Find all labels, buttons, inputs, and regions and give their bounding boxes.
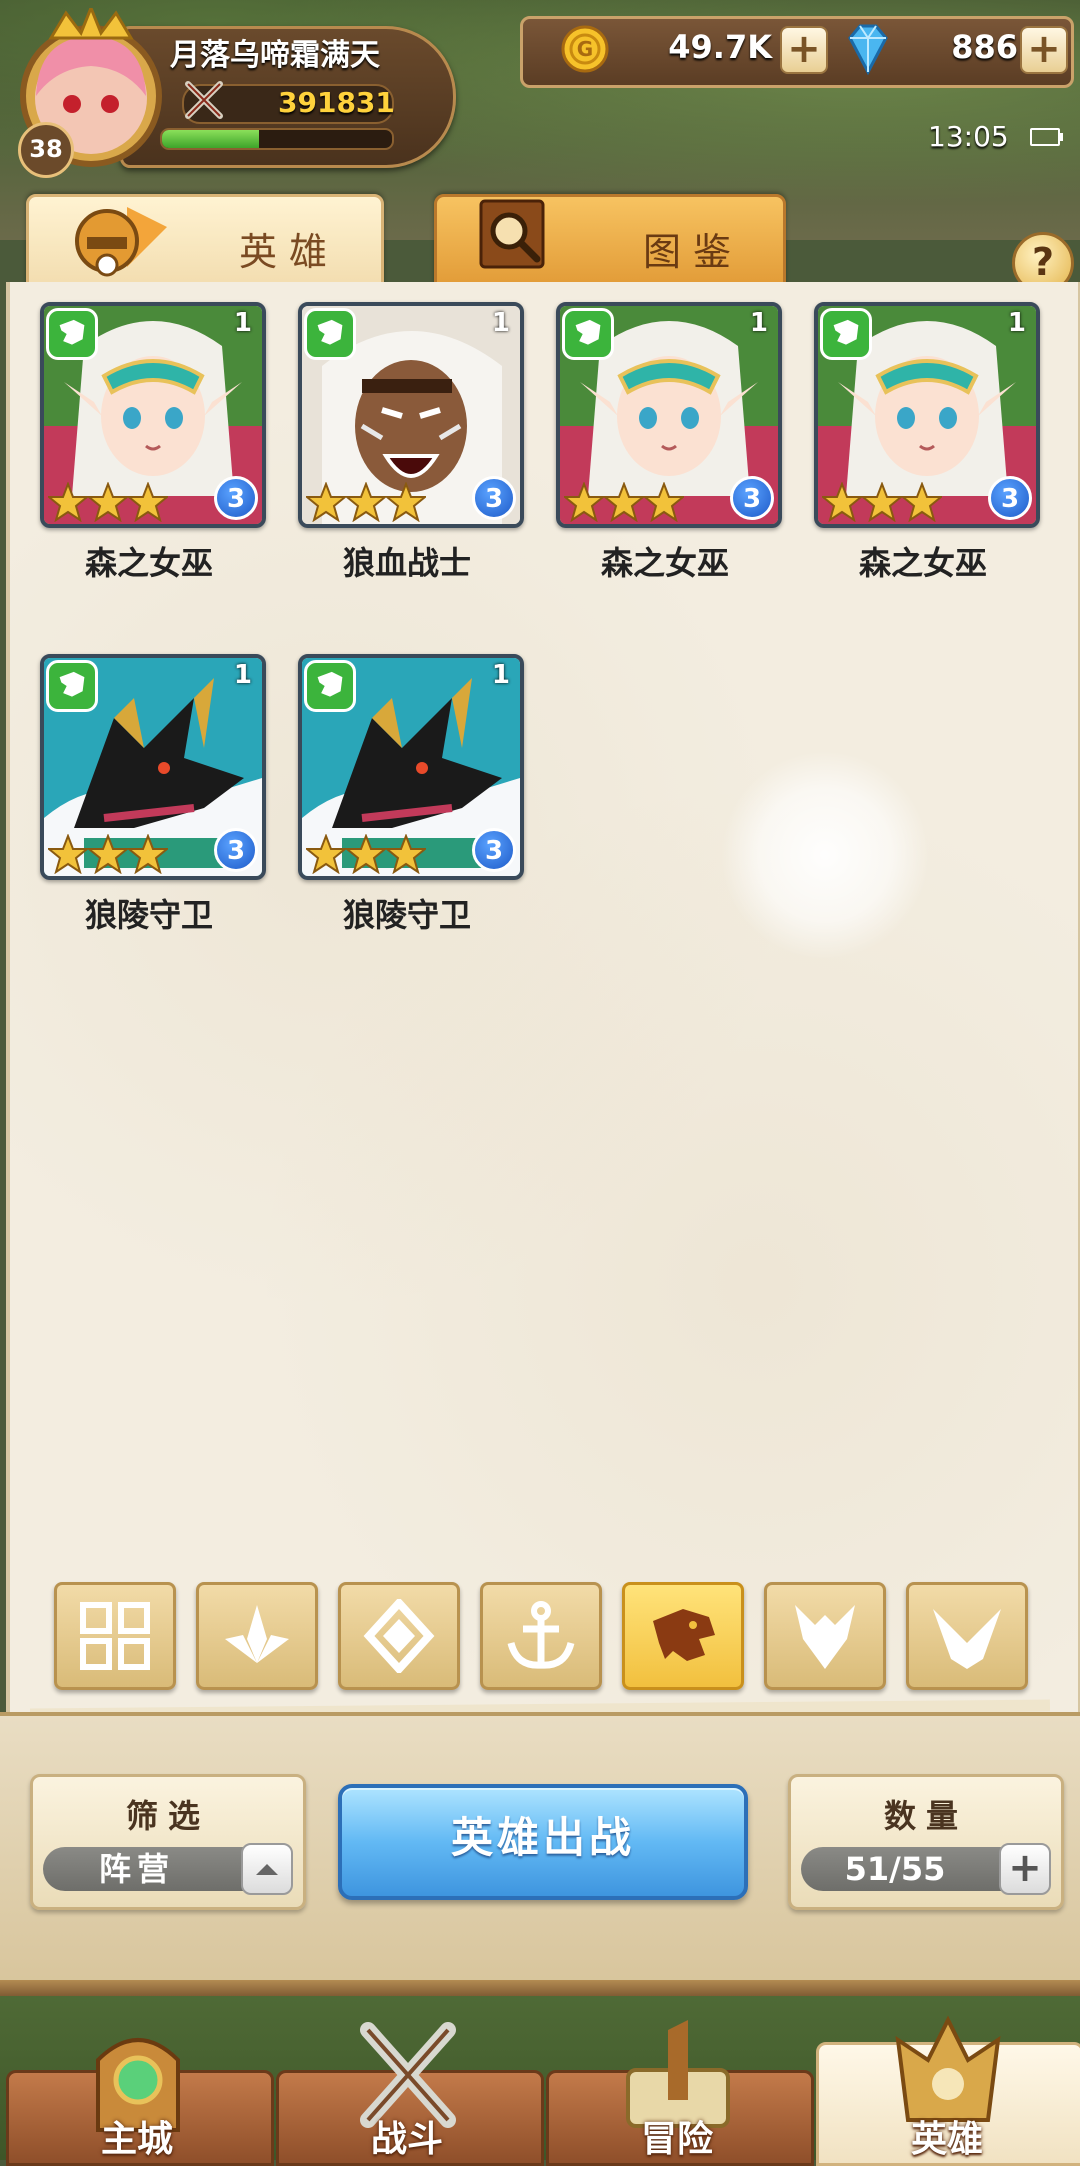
demon-icon	[795, 1605, 855, 1669]
beast-faction-icon	[562, 308, 614, 360]
diamond-icon	[363, 1599, 435, 1673]
add-gems-button[interactable]: +	[1020, 26, 1068, 74]
star-rating	[822, 480, 946, 524]
count-box: 数量 51/55 +	[788, 1774, 1064, 1910]
beast-faction-icon	[304, 308, 356, 360]
hero-card[interactable]: 13	[40, 654, 266, 880]
beast-faction-icon	[46, 308, 98, 360]
hero-card[interactable]: 13	[298, 654, 524, 880]
hero-star-badge: 3	[730, 476, 774, 520]
grid-icon	[80, 1602, 150, 1670]
tab-codex[interactable]: 图鉴	[434, 194, 786, 292]
exp-bar	[160, 128, 394, 150]
nav-tab-label: 英雄	[910, 2119, 983, 2160]
gold-coin-icon: G	[561, 25, 609, 73]
player-level-badge: 38	[18, 122, 74, 178]
beast-faction-icon	[304, 660, 356, 712]
chevron-up-icon	[256, 1864, 278, 1875]
hero-name: 狼血战士	[342, 544, 471, 582]
hero-count: 1	[749, 308, 768, 338]
helmet-icon	[75, 207, 167, 277]
beast-faction-icon	[820, 308, 872, 360]
hero-card[interactable]: 13	[298, 302, 524, 528]
beast-icon	[653, 1609, 715, 1661]
filter-value: 阵营	[98, 1850, 175, 1888]
combat-power-value: 391831	[278, 86, 395, 119]
hero-name: 狼陵守卫	[84, 896, 213, 934]
nav-tab-label: 主城	[100, 2119, 173, 2160]
hero-count: 1	[491, 308, 510, 338]
star-rating	[564, 480, 688, 524]
faction-filter-button[interactable]	[764, 1582, 886, 1690]
hero-name: 狼陵守卫	[342, 896, 471, 934]
star-rating	[306, 480, 430, 524]
player-name: 月落乌啼霜满天	[170, 38, 380, 73]
count-title: 数量	[883, 1797, 968, 1835]
hero-star-badge: 3	[214, 828, 258, 872]
add-gold-button[interactable]: +	[780, 26, 828, 74]
wing-icon	[933, 1609, 1001, 1669]
status-time: 13:05	[928, 120, 1009, 153]
tab-heroes-label: 英雄	[239, 230, 340, 274]
star-rating	[306, 832, 430, 876]
faction-filter-button[interactable]	[196, 1582, 318, 1690]
deploy-heroes-button[interactable]: 英雄出战	[338, 1784, 748, 1900]
leaf-icon	[225, 1605, 289, 1663]
hero-count-value: 51/55	[844, 1850, 946, 1888]
faction-filter-button[interactable]	[622, 1582, 744, 1690]
tab-heroes[interactable]: 英雄	[26, 194, 384, 292]
hero-star-badge: 3	[214, 476, 258, 520]
anchor-icon	[507, 1601, 575, 1669]
hero-name: 森之女巫	[858, 544, 987, 582]
hero-name: 森之女巫	[84, 544, 213, 582]
faction-filter-button[interactable]	[480, 1582, 602, 1690]
hero-name: 森之女巫	[600, 544, 729, 582]
hero-count: 1	[491, 660, 510, 690]
diamond-gem-icon	[848, 24, 888, 76]
exp-bar-fill	[162, 130, 259, 148]
battery-icon	[1030, 128, 1063, 146]
hero-count: 1	[233, 308, 252, 338]
crossed-swords-icon	[185, 81, 223, 119]
magnifier-book-icon	[479, 199, 545, 269]
nav-tab-label: 冒险	[640, 2119, 713, 2160]
hero-count: 1	[1007, 308, 1026, 338]
filter-box: 筛选 阵营	[30, 1774, 306, 1910]
hero-card[interactable]: 13	[814, 302, 1040, 528]
hero-card[interactable]: 13	[556, 302, 782, 528]
hero-star-badge: 3	[472, 828, 516, 872]
svg-text:G: G	[577, 37, 593, 61]
loading-spinner	[720, 750, 930, 960]
gold-amount: 49.7K	[668, 28, 772, 66]
nav-tab-label: 战斗	[370, 2119, 443, 2160]
hero-star-badge: 3	[472, 476, 516, 520]
faction-filter-button[interactable]	[54, 1582, 176, 1690]
hero-card[interactable]: 13	[40, 302, 266, 528]
star-rating	[48, 832, 172, 876]
beast-faction-icon	[46, 660, 98, 712]
hero-count: 1	[233, 660, 252, 690]
gem-amount: 886	[951, 28, 1018, 66]
star-rating	[48, 480, 172, 524]
expand-capacity-button[interactable]: +	[999, 1843, 1051, 1895]
filter-dropdown-toggle[interactable]	[241, 1843, 293, 1895]
filter-title: 筛选	[125, 1797, 210, 1835]
tab-codex-label: 图鉴	[643, 230, 744, 274]
hero-star-badge: 3	[988, 476, 1032, 520]
faction-filter-button[interactable]	[906, 1582, 1028, 1690]
faction-filter-button[interactable]	[338, 1582, 460, 1690]
